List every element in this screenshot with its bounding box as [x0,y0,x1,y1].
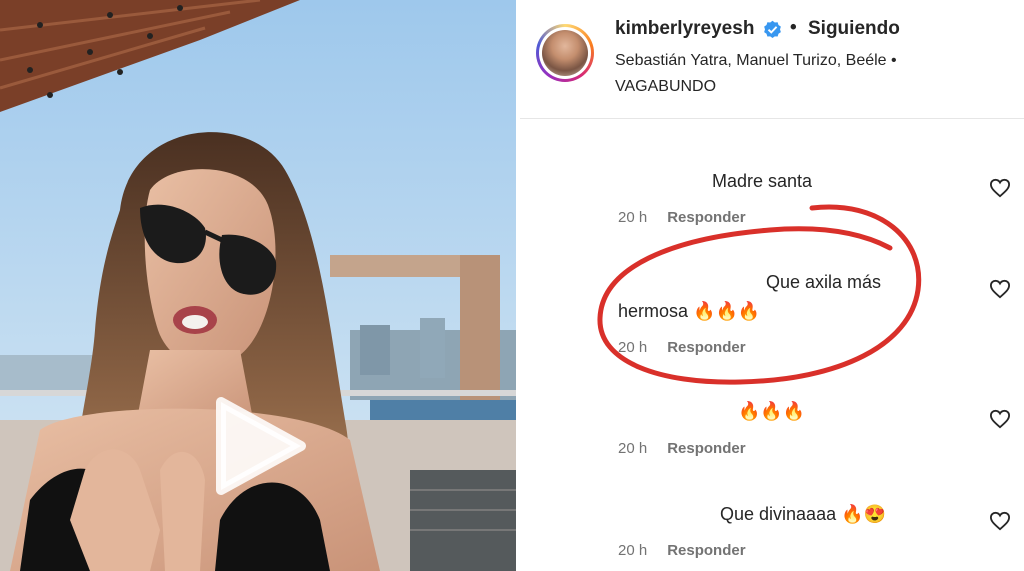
annotation-circle [597,204,922,385]
video-player[interactable] [0,0,516,571]
comments-panel: kimberlyreyesh • Siguiendo Sebastián Yat… [520,0,1024,571]
play-icon[interactable] [213,396,309,496]
